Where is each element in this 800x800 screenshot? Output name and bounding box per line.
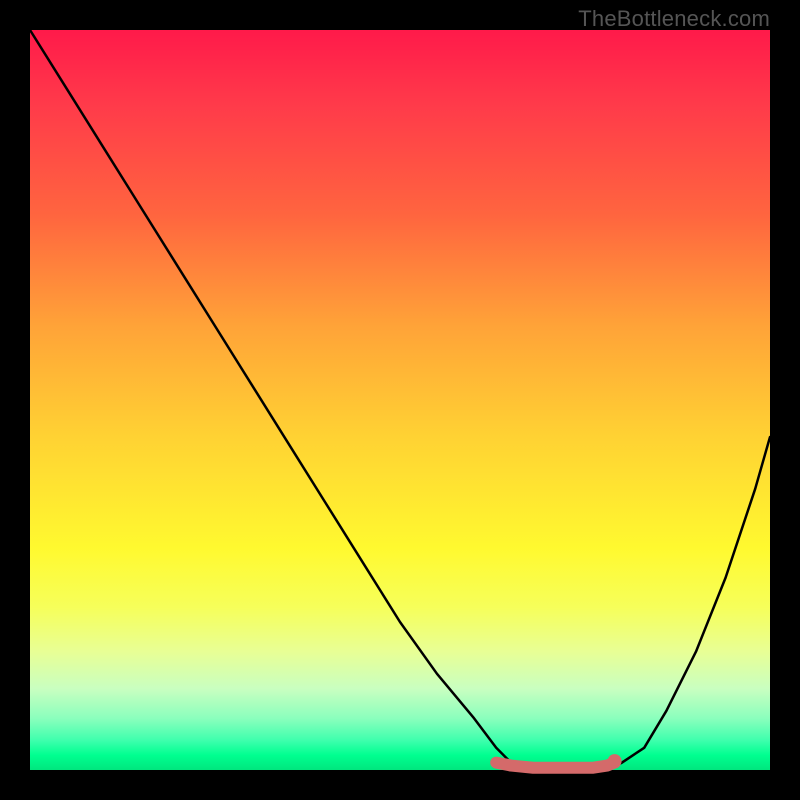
- watermark-text: TheBottleneck.com: [578, 6, 770, 32]
- chart-svg: [30, 30, 770, 770]
- plot-area: [30, 30, 770, 770]
- chart-frame: TheBottleneck.com: [0, 0, 800, 800]
- flat-region-curve: [496, 763, 614, 768]
- bottleneck-curve: [30, 30, 770, 770]
- flat-region-end-dot: [608, 754, 622, 768]
